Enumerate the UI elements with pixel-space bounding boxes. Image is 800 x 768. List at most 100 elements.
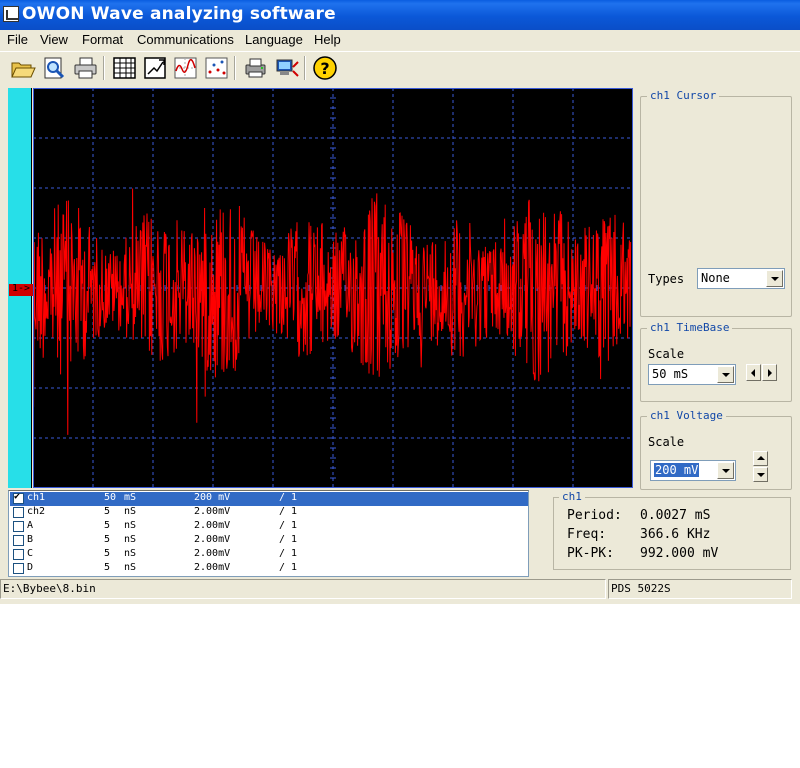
app-icon[interactable]	[3, 6, 19, 22]
channel-list: ch1 50 mS 200 mV / 1 ch2 5 nS 2.00mV / 1…	[8, 490, 529, 577]
toolbar-separator	[103, 56, 105, 80]
timebase-decrease-button[interactable]	[746, 364, 761, 381]
voltage-dropdown-button[interactable]	[717, 462, 734, 479]
channel-volt: 200 mV	[194, 492, 231, 503]
types-select[interactable]: None	[697, 268, 785, 289]
toolbar-separator	[234, 56, 236, 80]
toolbar-separator	[304, 56, 306, 80]
freq-value: 366.6 KHz	[640, 527, 711, 542]
channel-name: D	[27, 562, 34, 573]
chevron-down-icon	[722, 469, 730, 473]
types-label: Types	[648, 272, 685, 286]
channel-probe: / 1	[279, 520, 298, 531]
channel-volt: 2.00mV	[194, 506, 231, 517]
voltage-scale-select[interactable]: 200 mV	[650, 460, 736, 481]
channel-time-unit: nS	[124, 506, 137, 517]
print-icon[interactable]	[72, 55, 99, 81]
cursor-panel: ch1 Cursor Types None	[640, 89, 792, 317]
printer-setup-icon[interactable]	[242, 55, 269, 81]
menu-language[interactable]: Language	[245, 32, 303, 47]
chevron-down-icon	[771, 277, 779, 281]
chevron-down-icon	[722, 373, 730, 377]
timebase-dropdown-button[interactable]	[717, 366, 734, 383]
channel-checkbox[interactable]	[13, 491, 24, 504]
channel-time: 5	[104, 506, 111, 517]
channel-row[interactable]: C 5 nS 2.00mV / 1	[10, 548, 528, 562]
timebase-panel: ch1 TimeBase Scale 50 mS	[640, 321, 792, 402]
measurement-panel-title: ch1	[559, 490, 585, 503]
menu-format[interactable]: Format	[82, 32, 123, 47]
timebase-increase-button[interactable]	[762, 364, 777, 381]
pkpk-value: 992.000 mV	[640, 546, 719, 561]
help-icon[interactable]: ?	[311, 55, 338, 81]
timebase-panel-title: ch1 TimeBase	[647, 321, 733, 334]
channel-probe: / 1	[279, 492, 298, 503]
status-file-path: E:\Bybee\8.bin	[3, 582, 96, 595]
channel-time-unit: nS	[124, 548, 137, 559]
channel-checkbox[interactable]	[13, 563, 24, 574]
timebase-scale-value: 50 mS	[652, 367, 689, 381]
app-window: OWON Wave analyzing software File View F…	[0, 0, 800, 604]
period-label: Period:	[567, 508, 622, 523]
channel-name: A	[27, 520, 34, 531]
channel-row[interactable]: A 5 nS 2.00mV / 1	[10, 520, 528, 534]
arrow-up-icon	[757, 456, 765, 460]
channel-row[interactable]: ch2 5 nS 2.00mV / 1	[10, 506, 528, 520]
oscilloscope-display[interactable]	[33, 88, 633, 488]
arrow-right-icon	[768, 369, 772, 377]
voltage-up-button[interactable]	[753, 451, 768, 466]
menu-bar: File View Format Communications Language…	[0, 30, 800, 50]
channel-time: 5	[104, 562, 111, 573]
channel-name: B	[27, 534, 34, 545]
cursor-panel-title: ch1 Cursor	[647, 89, 720, 102]
channel-time: 5	[104, 548, 111, 559]
channel-probe: / 1	[279, 548, 298, 559]
channel-checkbox[interactable]	[13, 535, 24, 546]
arrow-down-icon	[757, 473, 765, 477]
channel-probe: / 1	[279, 562, 298, 573]
status-device-pane: PDS 5022S	[608, 579, 792, 599]
voltage-down-button[interactable]	[753, 467, 768, 482]
channel-time-unit: nS	[124, 562, 137, 573]
chart-edit-icon[interactable]	[142, 55, 169, 81]
menu-communications[interactable]: Communications	[137, 32, 234, 47]
ch1-level-marker[interactable]: 1->	[9, 283, 33, 296]
channel-volt: 2.00mV	[194, 562, 231, 573]
channel-checkbox[interactable]	[13, 507, 24, 518]
menu-view[interactable]: View	[40, 32, 68, 47]
waveform-icon[interactable]	[172, 55, 199, 81]
channel-name: C	[27, 548, 34, 559]
channel-volt: 2.00mV	[194, 548, 231, 559]
channel-time: 5	[104, 520, 111, 531]
freq-label: Freq:	[567, 527, 607, 542]
menu-help[interactable]: Help	[314, 32, 341, 47]
channel-checkbox[interactable]	[13, 521, 24, 532]
types-value: None	[701, 271, 730, 285]
channel-name: ch1	[27, 492, 46, 503]
types-dropdown-button[interactable]	[766, 270, 783, 287]
channel-checkbox[interactable]	[13, 549, 24, 560]
voltage-panel: ch1 Voltage Scale 200 mV	[640, 409, 792, 490]
status-file-pane: E:\Bybee\8.bin	[0, 579, 606, 599]
channel-time-unit: nS	[124, 520, 137, 531]
title-bar[interactable]: OWON Wave analyzing software	[0, 0, 800, 30]
period-value: 0.0027 mS	[640, 508, 711, 523]
channel-row[interactable]: D 5 nS 2.00mV / 1	[10, 562, 528, 576]
menu-file[interactable]: File	[7, 32, 28, 47]
scatter-icon[interactable]	[203, 55, 230, 81]
zoom-icon[interactable]	[41, 55, 68, 81]
channel-probe: / 1	[279, 506, 298, 517]
channel-row[interactable]: ch1 50 mS 200 mV / 1	[10, 491, 528, 506]
connect-icon[interactable]	[274, 55, 301, 81]
pkpk-label: PK-PK:	[567, 546, 614, 561]
channel-time: 5	[104, 534, 111, 545]
timebase-scale-select[interactable]: 50 mS	[648, 364, 736, 385]
arrow-left-icon	[751, 369, 755, 377]
open-icon[interactable]	[9, 55, 36, 81]
status-bar: E:\Bybee\8.bin PDS 5022S	[0, 578, 800, 600]
voltage-scale-value: 200 mV	[654, 463, 700, 477]
svg-text:?: ?	[320, 59, 329, 78]
channel-row[interactable]: B 5 nS 2.00mV / 1	[10, 534, 528, 548]
table-icon[interactable]	[111, 55, 138, 81]
measurement-panel: ch1 Period: 0.0027 mS Freq: 366.6 KHz PK…	[553, 490, 791, 570]
